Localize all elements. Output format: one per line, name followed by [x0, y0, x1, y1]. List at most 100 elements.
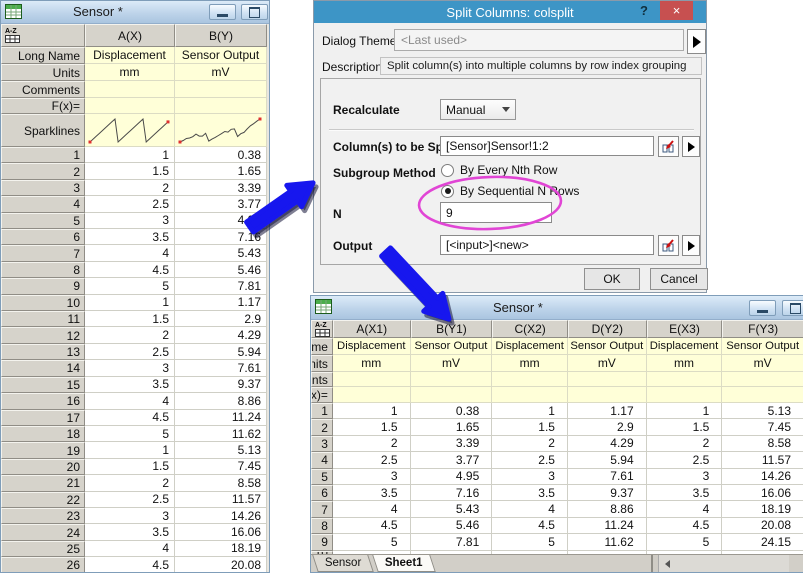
column-header[interactable]: F(Y3)	[722, 320, 803, 338]
cell[interactable]: 0.38	[411, 403, 493, 419]
cell[interactable]: 5	[647, 534, 723, 550]
cell[interactable]: 16.06	[175, 524, 267, 540]
cell[interactable]: 1.5	[85, 163, 175, 179]
label-cell[interactable]: mV	[722, 355, 803, 372]
cell[interactable]: 1	[85, 147, 175, 163]
column-selector-button[interactable]	[658, 136, 679, 157]
cell[interactable]: 7.16	[175, 229, 267, 245]
column-header[interactable]: C(X2)	[492, 320, 568, 338]
ok-button[interactable]: OK	[584, 268, 640, 290]
row-header[interactable]: 2	[311, 419, 333, 435]
recalculate-select[interactable]: Manual	[440, 99, 516, 120]
cell[interactable]: 4.29	[568, 436, 647, 452]
cell[interactable]: 3	[85, 508, 175, 524]
cell[interactable]: 3.5	[647, 485, 723, 501]
row-header[interactable]: 2	[1, 163, 85, 179]
label-cell[interactable]	[333, 372, 411, 387]
cell[interactable]: 5.43	[411, 501, 493, 517]
cell[interactable]: 9.37	[175, 377, 267, 393]
cell[interactable]: 11.57	[175, 492, 267, 508]
cell[interactable]: 3.5	[492, 485, 568, 501]
row-header[interactable]: 11	[1, 311, 85, 327]
dialog-titlebar[interactable]: Split Columns: colsplit ? ×	[314, 1, 706, 23]
cell[interactable]: 3	[333, 469, 411, 485]
cell[interactable]: 5.13	[722, 403, 803, 419]
sheet-corner-button[interactable]: A-Z	[311, 320, 333, 338]
cell[interactable]: 1.65	[411, 419, 493, 435]
cell[interactable]: 7.45	[722, 419, 803, 435]
cell[interactable]: 1	[333, 403, 411, 419]
row-header[interactable]: 14	[1, 360, 85, 376]
maximize-button[interactable]	[241, 4, 268, 20]
cell[interactable]: 4.29	[175, 327, 267, 343]
row-header[interactable]: 23	[1, 508, 85, 524]
label-cell[interactable]	[722, 387, 803, 403]
cell[interactable]: 8.86	[568, 501, 647, 517]
label-cell[interactable]	[568, 387, 647, 403]
cell[interactable]: 14.26	[722, 469, 803, 485]
cell[interactable]: 7.45	[175, 459, 267, 475]
sparkline-cell[interactable]	[175, 114, 267, 147]
cell[interactable]: 5.94	[175, 344, 267, 360]
output-input[interactable]: [<input>]<new>	[440, 235, 654, 255]
column-header[interactable]: A(X)	[85, 24, 175, 47]
cell[interactable]: 1	[492, 403, 568, 419]
cell[interactable]: 4	[85, 541, 175, 557]
cell[interactable]: 4	[492, 501, 568, 517]
cell[interactable]: 0.38	[175, 147, 267, 163]
cell[interactable]: 18.19	[175, 541, 267, 557]
label-cell[interactable]: Sensor Output	[722, 338, 803, 355]
label-cell[interactable]: Displacement	[647, 338, 723, 355]
label-cell[interactable]	[333, 387, 411, 403]
label-cell[interactable]	[492, 372, 568, 387]
cell[interactable]: 5.46	[175, 262, 267, 278]
cell[interactable]: 2	[333, 436, 411, 452]
column-header[interactable]: B(Y)	[175, 24, 267, 47]
label-cell[interactable]	[85, 81, 175, 98]
cell[interactable]: 1.17	[175, 295, 267, 311]
row-header[interactable]: 25	[1, 541, 85, 557]
cell[interactable]: 3	[647, 469, 723, 485]
cell[interactable]: 5	[85, 278, 175, 294]
cell[interactable]: 7.16	[411, 485, 493, 501]
row-header[interactable]: 8	[1, 262, 85, 278]
label-cell[interactable]: mm	[492, 355, 568, 372]
row-header[interactable]: 26	[1, 557, 85, 573]
row-header[interactable]: 24	[1, 524, 85, 540]
cell[interactable]: 1.5	[492, 419, 568, 435]
label-cell[interactable]	[492, 387, 568, 403]
cell[interactable]: 20.08	[722, 518, 803, 534]
label-cell[interactable]: Sensor Output	[175, 47, 267, 64]
cell[interactable]: 3	[492, 469, 568, 485]
cell[interactable]: 2	[647, 436, 723, 452]
row-header[interactable]: 6	[1, 229, 85, 245]
cell[interactable]: 2.5	[85, 196, 175, 212]
column-header[interactable]: E(X3)	[647, 320, 723, 338]
n-input[interactable]: 9	[440, 202, 552, 223]
cell[interactable]: 8.86	[175, 393, 267, 409]
row-header[interactable]: 9	[311, 534, 333, 550]
row-header[interactable]: 9	[1, 278, 85, 294]
cell[interactable]: 11.24	[568, 518, 647, 534]
cell[interactable]: 7.61	[175, 360, 267, 376]
maximize-button[interactable]	[782, 300, 803, 316]
cell[interactable]: 20.08	[175, 557, 267, 573]
cell[interactable]: 1.5	[85, 459, 175, 475]
row-header[interactable]: 7	[1, 245, 85, 261]
cell[interactable]: 3.77	[411, 452, 493, 468]
cell[interactable]: 7.81	[411, 534, 493, 550]
row-header[interactable]: 13	[1, 344, 85, 360]
label-cell[interactable]	[411, 387, 493, 403]
cell[interactable]: 4.95	[175, 213, 267, 229]
cell[interactable]: 4.5	[647, 518, 723, 534]
cell[interactable]: 14.26	[175, 508, 267, 524]
cell[interactable]: 16.06	[722, 485, 803, 501]
label-cell[interactable]	[85, 98, 175, 114]
label-cell[interactable]: Displacement	[333, 338, 411, 355]
label-cell[interactable]: Displacement	[85, 47, 175, 64]
tab-sensor[interactable]: Sensor	[312, 555, 374, 572]
cell[interactable]: 2	[85, 327, 175, 343]
label-cell[interactable]	[175, 98, 267, 114]
tab-scroll-splitter[interactable]	[651, 555, 658, 572]
cell[interactable]: 3	[85, 213, 175, 229]
